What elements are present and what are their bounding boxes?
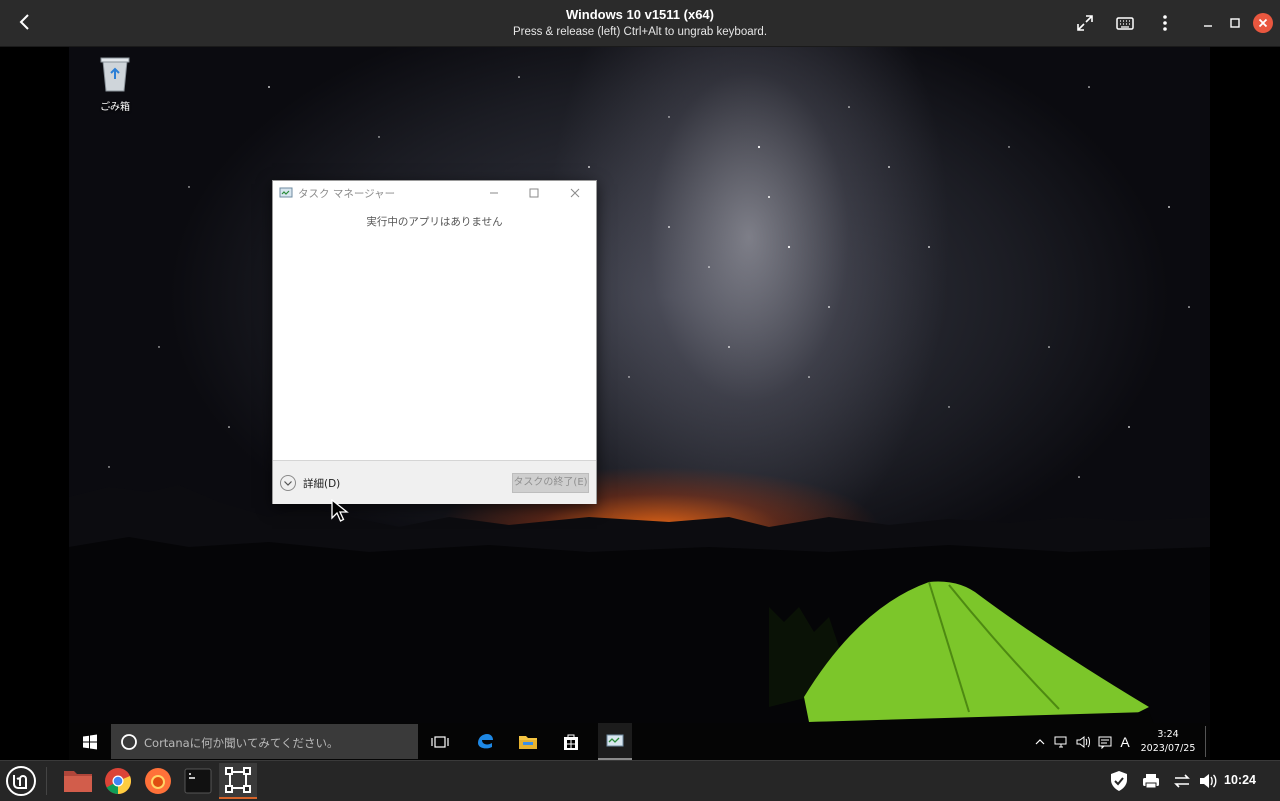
recycle-bin-label: ごみ箱 — [100, 102, 130, 113]
host-clock[interactable]: 10:24 — [1224, 773, 1256, 787]
windows-start-icon[interactable] — [69, 723, 111, 760]
host-title-block: Windows 10 v1511 (x64) Press & release (… — [340, 6, 940, 40]
recycle-bin-desktop-icon[interactable]: ごみ箱 — [91, 53, 139, 113]
host-panel: 10:24 — [0, 760, 1280, 801]
no-apps-message: 実行中のアプリはありません — [366, 216, 503, 228]
windows-taskbar: Cortanaに何か聞いてみてください。 A 3:24 2023/07/25 — [69, 723, 1210, 760]
tray-chevron-up-icon[interactable] — [1031, 723, 1049, 760]
end-task-button[interactable]: タスクの終了(E) — [512, 473, 589, 493]
show-desktop-divider[interactable] — [1205, 726, 1206, 757]
tm-close-button[interactable] — [560, 183, 590, 203]
volume-tray-icon[interactable] — [1073, 723, 1093, 760]
host-header-bar: Windows 10 v1511 (x64) Press & release (… — [0, 0, 1280, 47]
fullscreen-icon[interactable] — [1074, 12, 1096, 34]
files-icon[interactable] — [60, 763, 96, 799]
ime-indicator[interactable]: A — [1115, 723, 1135, 760]
edge-icon[interactable] — [469, 723, 501, 760]
firefox-icon[interactable] — [140, 763, 176, 799]
mint-menu-icon[interactable] — [3, 763, 39, 799]
network-tray-icon[interactable] — [1051, 723, 1071, 760]
chrome-icon[interactable] — [100, 763, 136, 799]
keyboard-icon[interactable] — [1114, 12, 1136, 34]
mouse-cursor-icon — [331, 499, 349, 522]
task-manager-titlebar[interactable]: タスク マネージャー — [273, 181, 596, 205]
terminal-icon[interactable] — [180, 763, 216, 799]
back-arrow-icon[interactable] — [14, 11, 36, 33]
windows-time: 3:24 — [1157, 729, 1179, 740]
file-explorer-icon[interactable] — [512, 723, 544, 760]
minimize-icon[interactable] — [1197, 12, 1219, 34]
details-label: 詳細(D) — [303, 477, 341, 490]
mountain-landscape — [69, 485, 1210, 760]
host-title: Windows 10 v1511 (x64) — [565, 7, 714, 22]
task-manager-taskbar-icon[interactable] — [598, 723, 632, 760]
cortana-icon — [121, 734, 137, 750]
close-icon[interactable] — [1253, 13, 1273, 33]
kebab-menu-icon[interactable] — [1154, 12, 1176, 34]
chevron-down-icon — [280, 475, 296, 491]
windows-date: 2023/07/25 — [1140, 743, 1196, 754]
recycle-bin-icon — [100, 57, 130, 92]
windows-clock[interactable]: 3:24 2023/07/25 — [1133, 728, 1203, 756]
panel-divider — [46, 767, 47, 795]
host-subtitle: Press & release (left) Ctrl+Alt to ungra… — [512, 26, 768, 38]
details-toggle[interactable]: 詳細(D) — [279, 474, 340, 492]
task-manager-window: タスク マネージャー 実行中のアプリはありません 詳細(D) タスクの終了(E) — [272, 180, 597, 504]
volume-icon[interactable] — [1190, 763, 1226, 799]
task-manager-footer: 詳細(D) タスクの終了(E) — [273, 460, 596, 504]
task-view-icon[interactable] — [424, 723, 456, 760]
task-manager-icon — [279, 187, 293, 198]
store-icon[interactable] — [555, 723, 587, 760]
action-center-icon[interactable] — [1095, 723, 1115, 760]
tm-maximize-button[interactable] — [519, 183, 549, 203]
maximize-icon[interactable] — [1224, 12, 1246, 34]
tm-minimize-button[interactable] — [479, 183, 509, 203]
shield-icon[interactable] — [1101, 763, 1137, 799]
task-manager-title: タスク マネージャー — [298, 188, 396, 200]
vm-desktop: ごみ箱 タスク マネージャー 実行中のアプリはありません 詳細(D) タスクの終… — [69, 47, 1210, 760]
search-placeholder: Cortanaに何か聞いてみてください。 — [144, 736, 339, 750]
vm-viewer-icon[interactable] — [219, 763, 257, 799]
cortana-search-box[interactable]: Cortanaに何か聞いてみてください。 — [111, 724, 418, 759]
